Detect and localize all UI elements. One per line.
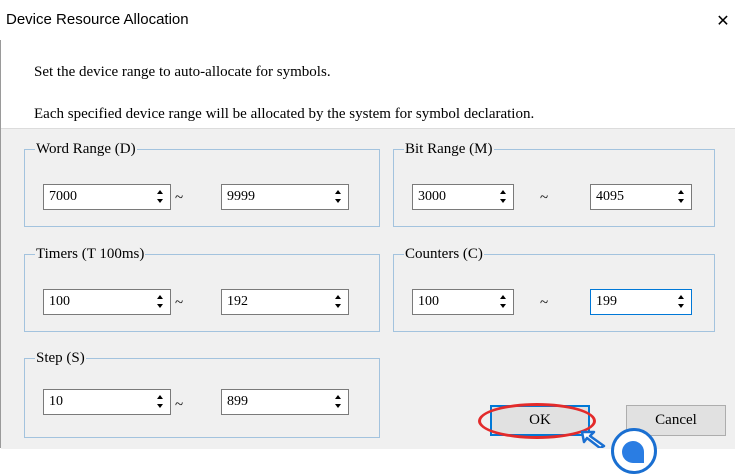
bit-range-to-value[interactable]: 4095 [596,189,624,205]
arrow-down-icon[interactable] [157,304,163,308]
bit-range-from-spinner[interactable]: 3000 [412,184,514,210]
step-group: Step (S) 10 ~ 899 [24,349,380,438]
word-range-from-spinner[interactable]: 7000 [43,184,171,210]
timers-from-value[interactable]: 100 [49,294,70,310]
timers-label: Timers (T 100ms) [35,245,146,263]
bit-range-group: Bit Range (M) 3000 ~ 4095 [393,140,715,227]
step-to-value[interactable]: 899 [227,394,248,410]
bit-range-to-spinner[interactable]: 4095 [590,184,692,210]
spinner-buttons[interactable] [152,187,168,207]
arrow-down-icon[interactable] [335,304,341,308]
arrow-down-icon[interactable] [678,304,684,308]
click-indicator-fill [622,441,644,463]
title-bar: Device Resource Allocation ✕ [0,0,735,40]
step-to-spinner[interactable]: 899 [221,389,349,415]
spinner-buttons[interactable] [673,187,689,207]
arrow-up-icon[interactable] [157,295,163,299]
counters-from-spinner[interactable]: 100 [412,289,514,315]
spinner-buttons[interactable] [330,392,346,412]
arrow-down-icon[interactable] [500,304,506,308]
arrow-down-icon[interactable] [500,199,506,203]
arrow-up-icon[interactable] [335,395,341,399]
arrow-up-icon[interactable] [678,295,684,299]
counters-group: Counters (C) 100 ~ 199 [393,245,715,332]
range-separator: ~ [540,295,549,311]
arrow-up-icon[interactable] [335,190,341,194]
spinner-buttons[interactable] [330,292,346,312]
arrow-up-icon[interactable] [157,190,163,194]
spinner-buttons[interactable] [152,292,168,312]
arrow-up-icon[interactable] [335,295,341,299]
word-range-group: Word Range (D) 7000 ~ 9999 [24,140,380,227]
arrow-up-icon[interactable] [500,190,506,194]
bit-range-from-value[interactable]: 3000 [418,189,446,205]
range-separator: ~ [175,295,184,311]
arrow-down-icon[interactable] [335,199,341,203]
timers-group: Timers (T 100ms) 100 ~ 192 [24,245,380,332]
spinner-buttons[interactable] [152,392,168,412]
arrow-down-icon[interactable] [157,404,163,408]
step-from-value[interactable]: 10 [49,394,63,410]
range-separator: ~ [540,190,549,206]
spinner-buttons[interactable] [330,187,346,207]
timers-to-spinner[interactable]: 192 [221,289,349,315]
arrow-up-icon[interactable] [500,295,506,299]
word-range-to-value[interactable]: 9999 [227,189,255,205]
counters-label: Counters (C) [404,245,484,263]
mouse-cursor-icon [580,430,606,448]
window-title: Device Resource Allocation [6,11,189,28]
arrow-down-icon[interactable] [335,404,341,408]
range-separator: ~ [175,397,184,413]
step-label: Step (S) [35,349,86,367]
word-range-label: Word Range (D) [35,140,137,158]
timers-to-value[interactable]: 192 [227,294,248,310]
step-from-spinner[interactable]: 10 [43,389,171,415]
instruction-text: Set the device range to auto-allocate fo… [34,64,331,80]
close-icon[interactable]: ✕ [712,10,734,32]
spinner-buttons[interactable] [673,292,689,312]
arrow-down-icon[interactable] [678,199,684,203]
word-range-to-spinner[interactable]: 9999 [221,184,349,210]
spinner-buttons[interactable] [495,187,511,207]
bit-range-label: Bit Range (M) [404,140,494,158]
arrow-up-icon[interactable] [157,395,163,399]
counters-from-value[interactable]: 100 [418,294,439,310]
timers-from-spinner[interactable]: 100 [43,289,171,315]
description-text: Each specified device range will be allo… [34,106,535,122]
arrow-down-icon[interactable] [157,199,163,203]
counters-to-value[interactable]: 199 [596,294,617,310]
range-separator: ~ [175,190,184,206]
word-range-from-value[interactable]: 7000 [49,189,77,205]
arrow-up-icon[interactable] [678,190,684,194]
counters-to-spinner[interactable]: 199 [590,289,692,315]
spinner-buttons[interactable] [495,292,511,312]
